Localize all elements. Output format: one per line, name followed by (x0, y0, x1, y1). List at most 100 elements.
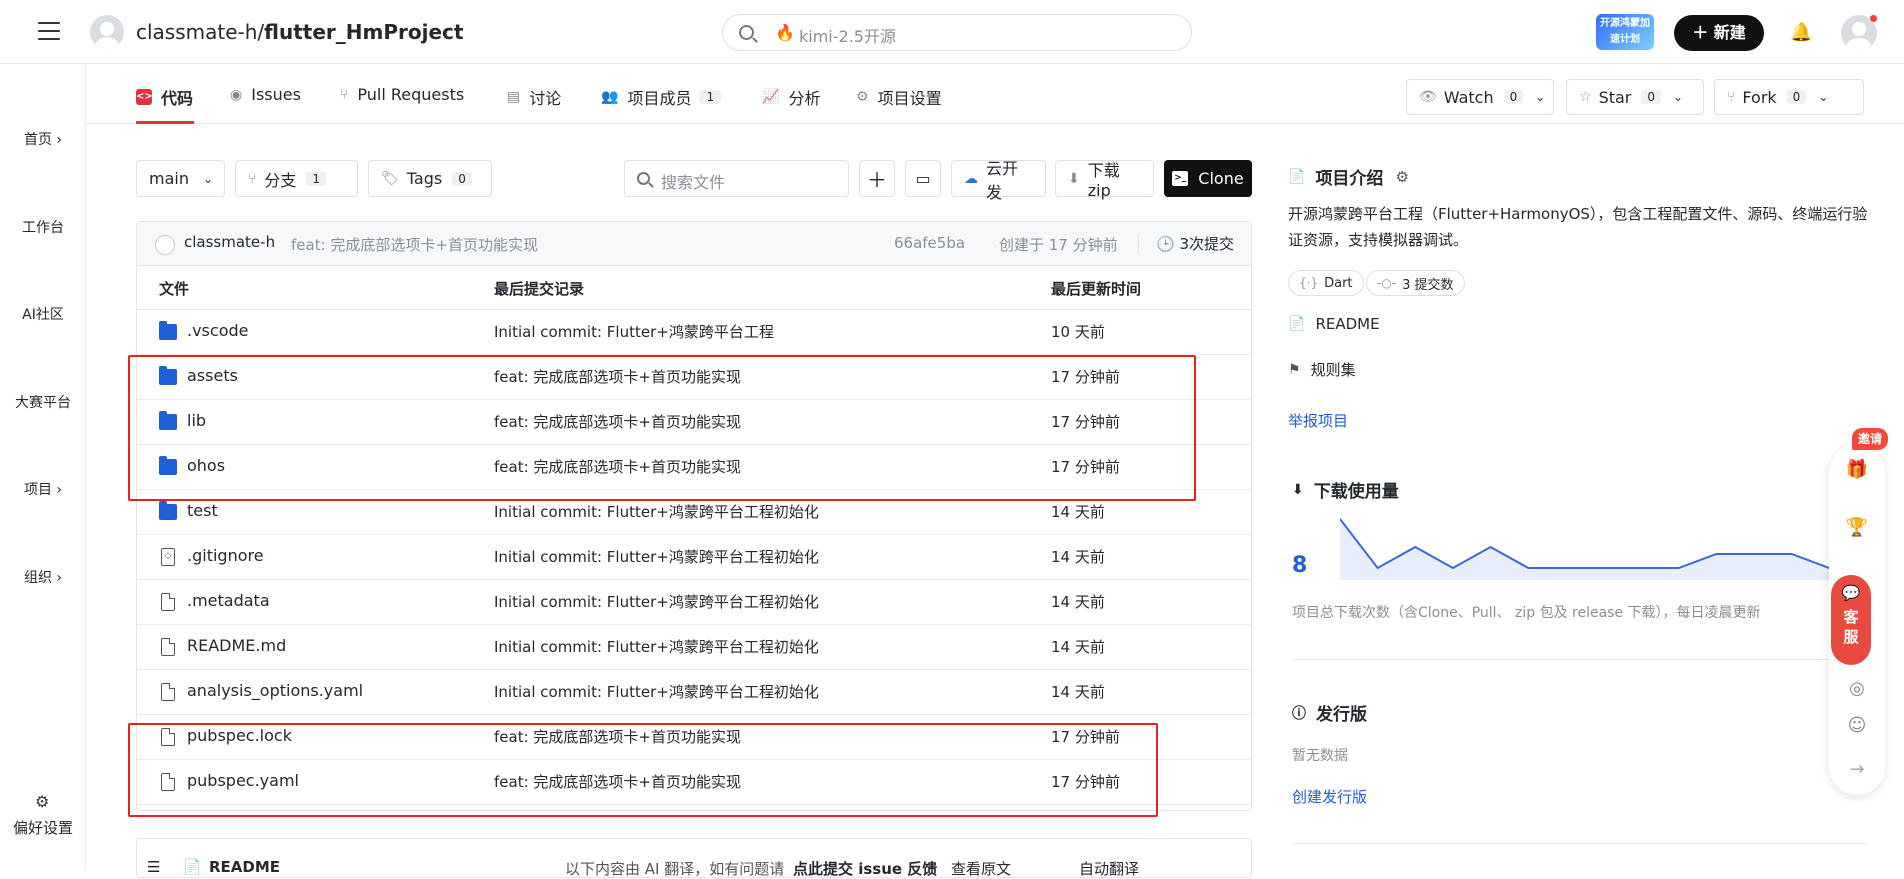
feedback-link[interactable]: 点此提交 issue 反馈 (793, 858, 937, 879)
clone-button[interactable]: >_ Clone (1164, 160, 1252, 197)
customer-service-button[interactable]: 💬客服 (1831, 575, 1871, 665)
web-ide-button[interactable]: ▭ (905, 160, 941, 197)
branches-button[interactable]: ⑂分支1 (235, 160, 358, 197)
nav-preferences[interactable]: 偏好设置 (0, 817, 86, 838)
terminal-icon: >_ (1172, 171, 1188, 186)
gear-icon[interactable]: ⚙ (1395, 168, 1408, 186)
compass-icon[interactable]: ◎ (1829, 678, 1885, 699)
fire-icon: 🔥 (775, 23, 795, 42)
tags-button[interactable]: 🏷Tags0 (368, 160, 492, 197)
gift-icon[interactable]: 🎁 (1829, 459, 1885, 480)
file-search-input[interactable]: 搜索文件 (624, 160, 849, 197)
commit-message[interactable]: feat: 完成底部选项卡+首页功能实现 (291, 234, 538, 255)
file-commit-message[interactable]: Initial commit: Flutter+鸿蒙跨平台工程初始化 (494, 501, 819, 522)
file-name[interactable]: .metadata (187, 591, 270, 610)
cloud-dev-button[interactable]: ☁云开发 (951, 160, 1046, 197)
settings-icon: ⚙ (856, 89, 869, 105)
file-name[interactable]: analysis_options.yaml (187, 681, 363, 700)
tab-settings[interactable]: ⚙项目设置 (856, 85, 942, 109)
commit-count-link[interactable]: 🕒 3次提交 (1156, 233, 1234, 254)
issue-icon: ◉ (230, 87, 242, 103)
language-chip[interactable]: {·}Dart (1288, 270, 1364, 296)
tab-code[interactable]: <>代码 (136, 85, 193, 109)
chevron-down-icon[interactable]: ⌄ (1818, 90, 1828, 104)
branch-select[interactable]: main⌄ (136, 160, 225, 197)
folder-icon (159, 504, 177, 520)
no-data-text: 暂无数据 (1292, 745, 1348, 765)
tab-members[interactable]: 👥项目成员1 (601, 85, 721, 109)
file-commit-message[interactable]: Initial commit: Flutter+鸿蒙跨平台工程 (494, 321, 774, 342)
nav-home[interactable]: 首页 › (0, 129, 86, 149)
promo-badge[interactable]: 开源鸿蒙加速计划 (1596, 14, 1654, 50)
table-row[interactable]: analysis_options.yaml Initial commit: Flu… (137, 670, 1251, 715)
table-row[interactable]: README.md Initial commit: Flutter+鸿蒙跨平台工程… (137, 625, 1251, 670)
readme-link[interactable]: 📄README (1288, 315, 1380, 333)
fork-count: 0 (1787, 90, 1807, 104)
fork-button[interactable]: ⑂Fork0⌄ (1714, 79, 1864, 115)
new-button[interactable]: ＋ 新建 (1674, 15, 1764, 51)
list-icon[interactable]: ☰ (147, 858, 160, 876)
clock-icon: 🕒 (1156, 235, 1175, 253)
settings-gear-icon[interactable]: ⚙ (35, 792, 49, 811)
tags-count: 0 (452, 172, 472, 186)
owner-avatar[interactable] (90, 15, 124, 49)
repo-owner-link[interactable]: classmate-h/ (136, 20, 264, 44)
analytics-icon: 📈 (762, 89, 779, 105)
file-name[interactable]: .vscode (187, 321, 248, 340)
auto-translate-toggle[interactable]: 自动翻译 (1079, 858, 1139, 879)
tab-discussions[interactable]: ▤ 讨论 (507, 85, 561, 109)
watch-button[interactable]: 👁Watch0⌄ (1406, 79, 1554, 115)
repo-path: classmate-h/flutter_HmProject (136, 20, 463, 44)
file-commit-message[interactable]: Initial commit: Flutter+鸿蒙跨平台工程初始化 (494, 546, 819, 567)
nav-orgs[interactable]: 组织 › (0, 567, 86, 587)
file-name[interactable]: README.md (187, 636, 286, 655)
table-row[interactable]: .vscodeInitial commit: Flutter+鸿蒙跨平台工程10… (137, 310, 1251, 355)
nav-ai-community[interactable]: AI社区 (0, 304, 86, 324)
clone-label: Clone (1198, 169, 1243, 188)
add-file-button[interactable]: ＋ (859, 160, 895, 197)
discussion-icon: ▤ (507, 89, 520, 105)
invite-badge[interactable]: 邀请 (1852, 428, 1888, 450)
chevron-down-icon[interactable]: ⌄ (1673, 90, 1683, 104)
tab-issues[interactable]: ◉Issues (230, 85, 301, 104)
chevron-down-icon[interactable]: ⌄ (1535, 90, 1545, 104)
commit-sha[interactable]: 66afe5ba (894, 234, 965, 252)
smile-icon[interactable]: ☺ (1829, 715, 1885, 736)
create-release-link[interactable]: 创建发行版 (1292, 786, 1367, 807)
report-link[interactable]: 举报项目 (1288, 410, 1348, 431)
download-zip-button[interactable]: ⬇下载zip (1055, 160, 1154, 197)
releases-title: ⓘ发行版 (1292, 700, 1367, 725)
nav-workbench[interactable]: 工作台 (0, 217, 86, 237)
arrow-right-icon[interactable]: → (1829, 759, 1885, 780)
committer-avatar[interactable] (155, 235, 175, 255)
trophy-icon[interactable]: 🏆 (1829, 517, 1885, 538)
table-row[interactable]: ◇.gitignoreInitial commit: Flutter+鸿蒙跨平台… (137, 535, 1251, 580)
downloads-chart (1340, 515, 1867, 580)
file-name[interactable]: test (187, 501, 218, 520)
nav-projects[interactable]: 项目 › (0, 479, 86, 499)
commit-author[interactable]: classmate-h (184, 233, 275, 251)
tab-analytics[interactable]: 📈分析 (762, 85, 820, 109)
fork-label: Fork (1742, 88, 1776, 107)
members-icon: 👥 (601, 89, 618, 105)
highlight-box (128, 355, 1196, 501)
file-commit-message[interactable]: Initial commit: Flutter+鸿蒙跨平台工程初始化 (494, 591, 819, 612)
nav-contest[interactable]: 大赛平台 (0, 392, 86, 412)
menu-icon[interactable] (38, 22, 60, 40)
view-original-button[interactable]: 查看原文 (951, 858, 1011, 879)
tab-pull-requests[interactable]: ⑂Pull Requests (340, 85, 464, 104)
file-name[interactable]: .gitignore (187, 546, 264, 565)
commits-chip[interactable]: -○-3 提交数 (1366, 270, 1465, 296)
star-button[interactable]: ☆Star0⌄ (1566, 79, 1704, 115)
info-icon: ⓘ (1292, 703, 1306, 723)
tab-code-label: 代码 (161, 85, 193, 109)
repo-name-link[interactable]: flutter_HmProject (264, 20, 463, 44)
tab-discussions-label: 讨论 (529, 85, 561, 109)
notification-bell-icon[interactable]: 🔔 (1790, 22, 1812, 43)
file-commit-message[interactable]: Initial commit: Flutter+鸿蒙跨平台工程初始化 (494, 681, 819, 702)
table-row[interactable]: .metadata Initial commit: Flutter+鸿蒙跨平台工程… (137, 580, 1251, 625)
global-search[interactable]: 🔥 kimi-2.5开源 (722, 14, 1192, 51)
eye-icon: 👁 (1419, 89, 1437, 105)
file-commit-message[interactable]: Initial commit: Flutter+鸿蒙跨平台工程初始化 (494, 636, 819, 657)
rules-link[interactable]: ⚑规则集 (1288, 359, 1356, 380)
